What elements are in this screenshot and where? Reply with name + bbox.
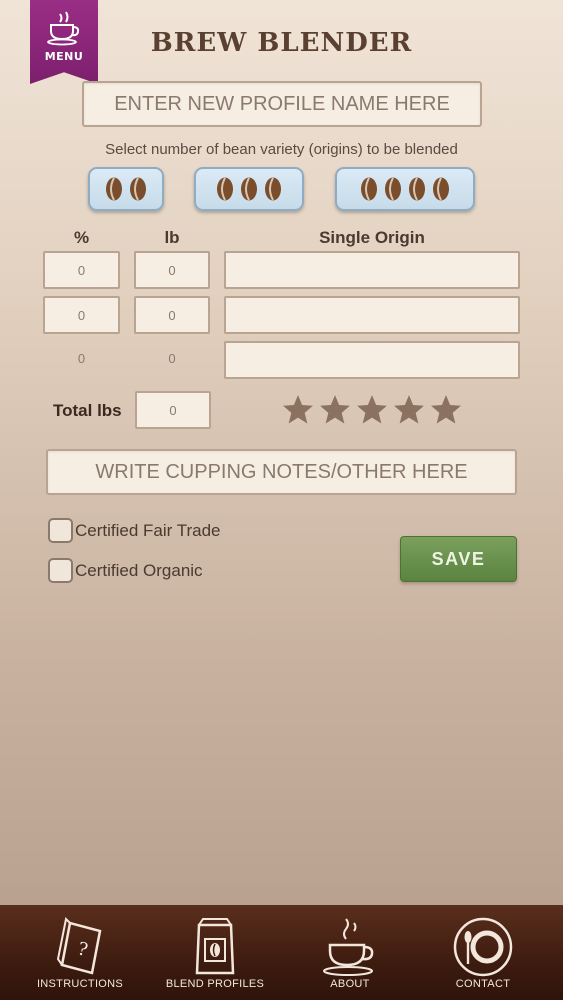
nav-instructions[interactable]: ? INSTRUCTIONS	[10, 905, 150, 1000]
fair-trade-checkbox[interactable]	[48, 518, 73, 543]
save-button[interactable]: SAVE	[400, 536, 517, 582]
star-icon[interactable]	[355, 393, 389, 427]
coffee-bean-icon	[106, 177, 122, 201]
nav-blend-profiles[interactable]: BLEND PROFILES	[145, 905, 285, 1000]
nav-contact-label: CONTACT	[455, 978, 511, 990]
nav-blend-profiles-label: BLEND PROFILES	[165, 978, 265, 990]
star-icon[interactable]	[318, 393, 352, 427]
star-icon[interactable]	[429, 393, 463, 427]
origin-input[interactable]	[224, 341, 520, 379]
app-title: BREW BLENDER	[150, 28, 413, 58]
origin-input[interactable]	[224, 251, 520, 289]
coffee-bag-icon	[195, 918, 235, 975]
coffee-bean-icon	[130, 177, 146, 201]
organic-label: Certified Organic	[75, 561, 203, 580]
cupping-notes-input[interactable]: WRITE CUPPING NOTES/OTHER HERE	[46, 449, 517, 495]
coffee-bean-icon	[409, 177, 425, 201]
svg-text:?: ?	[75, 938, 89, 961]
percent-remainder: 0	[77, 351, 86, 366]
four-bean-button[interactable]	[335, 167, 475, 211]
lb-header: lb	[164, 228, 180, 247]
coffee-bean-icon	[241, 177, 257, 201]
nav-about[interactable]: ABOUT	[280, 905, 420, 1000]
single-origin-header: Single Origin	[319, 228, 425, 247]
bottom-nav: ? INSTRUCTIONS BLEND PROFILES ABOUT CONT	[0, 905, 563, 1000]
star-icon[interactable]	[281, 393, 315, 427]
lb-input[interactable]: 0	[134, 251, 210, 289]
bean-selector-hint: Select number of bean variety (origins) …	[105, 141, 458, 158]
two-bean-button[interactable]	[88, 167, 164, 211]
lb-input[interactable]: 0	[134, 296, 210, 334]
total-lbs-label: Total lbs	[53, 401, 122, 420]
organic-checkbox[interactable]	[48, 558, 73, 583]
percent-input[interactable]: 0	[43, 251, 120, 289]
nav-instructions-label: INSTRUCTIONS	[36, 978, 124, 990]
coffee-bean-icon	[265, 177, 281, 201]
lb-remainder: 0	[168, 351, 176, 366]
fair-trade-label: Certified Fair Trade	[75, 521, 221, 540]
coffee-cup-icon	[323, 918, 374, 976]
plate-spoon-icon	[453, 917, 513, 977]
nav-about-label: ABOUT	[330, 978, 370, 990]
instructions-book-icon: ?	[56, 916, 102, 975]
profile-name-input[interactable]: ENTER NEW PROFILE NAME HERE	[82, 81, 482, 127]
total-lbs-input[interactable]: 0	[135, 391, 211, 429]
percent-input[interactable]: 0	[43, 296, 120, 334]
star-icon[interactable]	[392, 393, 426, 427]
coffee-bean-icon	[433, 177, 449, 201]
percent-header: %	[73, 228, 90, 247]
coffee-bean-icon	[361, 177, 377, 201]
coffee-bean-icon	[385, 177, 401, 201]
coffee-bean-icon	[217, 177, 233, 201]
origin-input[interactable]	[224, 296, 520, 334]
three-bean-button[interactable]	[194, 167, 304, 211]
nav-contact[interactable]: CONTACT	[413, 905, 553, 1000]
